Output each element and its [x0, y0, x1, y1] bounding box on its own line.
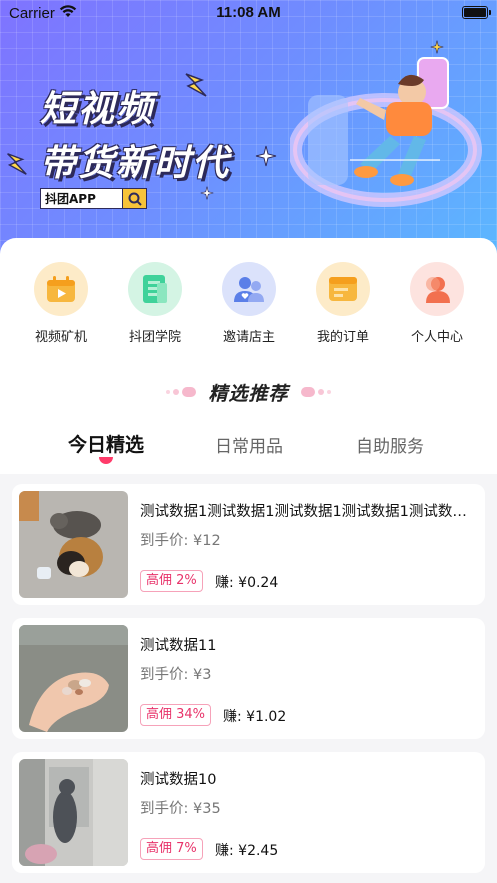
product-price: 到手价: ¥3 — [140, 663, 211, 684]
lightning-bolt-icon — [185, 73, 207, 97]
section-header: 精选推荐 — [0, 378, 497, 406]
commission-badge: 高佣 2% — [140, 570, 203, 592]
active-tab-indicator — [99, 457, 113, 464]
quick-item-orders[interactable]: 我的订单 — [296, 262, 390, 345]
quick-menu: 视频矿机 抖团学院 邀请店主 我的订单 个人中心 — [0, 262, 497, 345]
price-label: 到手价: — [140, 667, 189, 683]
tab-daily-goods[interactable]: 日常用品 — [215, 432, 283, 457]
quick-label-invite-owner: 邀请店主 — [222, 330, 275, 345]
product-price: 到手价: ¥35 — [140, 797, 221, 818]
banner-slogan-line1: 短视频 — [40, 89, 155, 130]
status-time: 11:08 AM — [216, 4, 281, 21]
app-tag-label: 抖团APP — [45, 192, 96, 206]
price-label: 到手价: — [140, 801, 189, 817]
price-label: 到手价: — [140, 533, 189, 549]
decorative-dots-left — [166, 387, 197, 397]
earn-amount: 赚: ¥1.02 — [223, 706, 286, 726]
quick-item-academy[interactable]: 抖团学院 — [108, 262, 202, 345]
earn-amount: 赚: ¥2.45 — [215, 840, 278, 860]
price-value: ¥35 — [193, 801, 221, 817]
earn-label: 赚: — [215, 843, 234, 859]
earn-label: 赚: — [215, 575, 234, 591]
price-value: ¥3 — [193, 667, 212, 683]
product-card[interactable]: 测试数据1测试数据1测试数据1测试数据1测试数据1 到手价: ¥12 高佣 2%… — [12, 484, 485, 605]
tab-today-picks[interactable]: 今日精选 — [68, 430, 144, 457]
main-panel: 视频矿机 抖团学院 邀请店主 我的订单 个人中心 精选推荐 今日精选 日常用品 … — [0, 238, 497, 883]
quick-label-orders: 我的订单 — [316, 330, 369, 345]
category-tabs: 今日精选 日常用品 自助服务 — [0, 428, 497, 468]
lightning-bolt-icon — [7, 153, 27, 175]
sparkle-icon — [255, 145, 277, 167]
app-tag[interactable]: 抖团APP — [40, 188, 147, 209]
video-miner-icon — [34, 262, 88, 316]
product-image — [19, 625, 128, 732]
earn-value: ¥1.02 — [246, 709, 287, 725]
status-bar: Carrier 11:08 AM — [0, 0, 497, 26]
hero-illustration — [290, 57, 482, 207]
earn-value: ¥0.24 — [238, 575, 279, 591]
section-title: 精选推荐 — [208, 382, 289, 405]
product-image — [19, 759, 128, 866]
hero-banner: Carrier 11:08 AM 短视频 带货新时代 抖团APP — [0, 0, 497, 262]
sparkle-icon — [200, 186, 214, 200]
product-image — [19, 491, 128, 598]
product-card[interactable]: 测试数据11 到手价: ¥3 高佣 34% 赚: ¥1.02 — [12, 618, 485, 739]
commission-badge: 高佣 34% — [140, 704, 212, 726]
banner-slogan-line2: 带货新时代 — [40, 143, 231, 184]
product-card[interactable]: 测试数据10 到手价: ¥35 高佣 7% 赚: ¥2.45 — [12, 752, 485, 873]
product-name: 测试数据1测试数据1测试数据1测试数据1测试数据1 — [140, 504, 474, 520]
academy-icon — [128, 262, 182, 316]
product-name: 测试数据11 — [140, 638, 217, 654]
price-value: ¥12 — [193, 533, 221, 549]
quick-item-profile[interactable]: 个人中心 — [390, 262, 484, 345]
quick-label-video-miner: 视频矿机 — [34, 330, 87, 345]
quick-item-video-miner[interactable]: 视频矿机 — [14, 262, 108, 345]
quick-item-invite-owner[interactable]: 邀请店主 — [202, 262, 296, 345]
decorative-dots-right — [300, 387, 331, 397]
profile-icon — [410, 262, 464, 316]
tab-self-service[interactable]: 自助服务 — [356, 432, 424, 457]
earn-label: 赚: — [223, 709, 242, 725]
earn-amount: 赚: ¥0.24 — [215, 572, 278, 592]
search-icon[interactable] — [122, 189, 146, 208]
battery-icon — [462, 6, 491, 19]
product-name: 测试数据10 — [140, 772, 217, 788]
quick-label-academy: 抖团学院 — [128, 330, 181, 345]
product-list: 测试数据1测试数据1测试数据1测试数据1测试数据1 到手价: ¥12 高佣 2%… — [0, 474, 497, 883]
invite-owner-icon — [222, 262, 276, 316]
quick-label-profile: 个人中心 — [410, 330, 463, 345]
product-price: 到手价: ¥12 — [140, 529, 221, 550]
earn-value: ¥2.45 — [238, 843, 279, 859]
commission-badge: 高佣 7% — [140, 838, 203, 860]
orders-icon — [316, 262, 370, 316]
